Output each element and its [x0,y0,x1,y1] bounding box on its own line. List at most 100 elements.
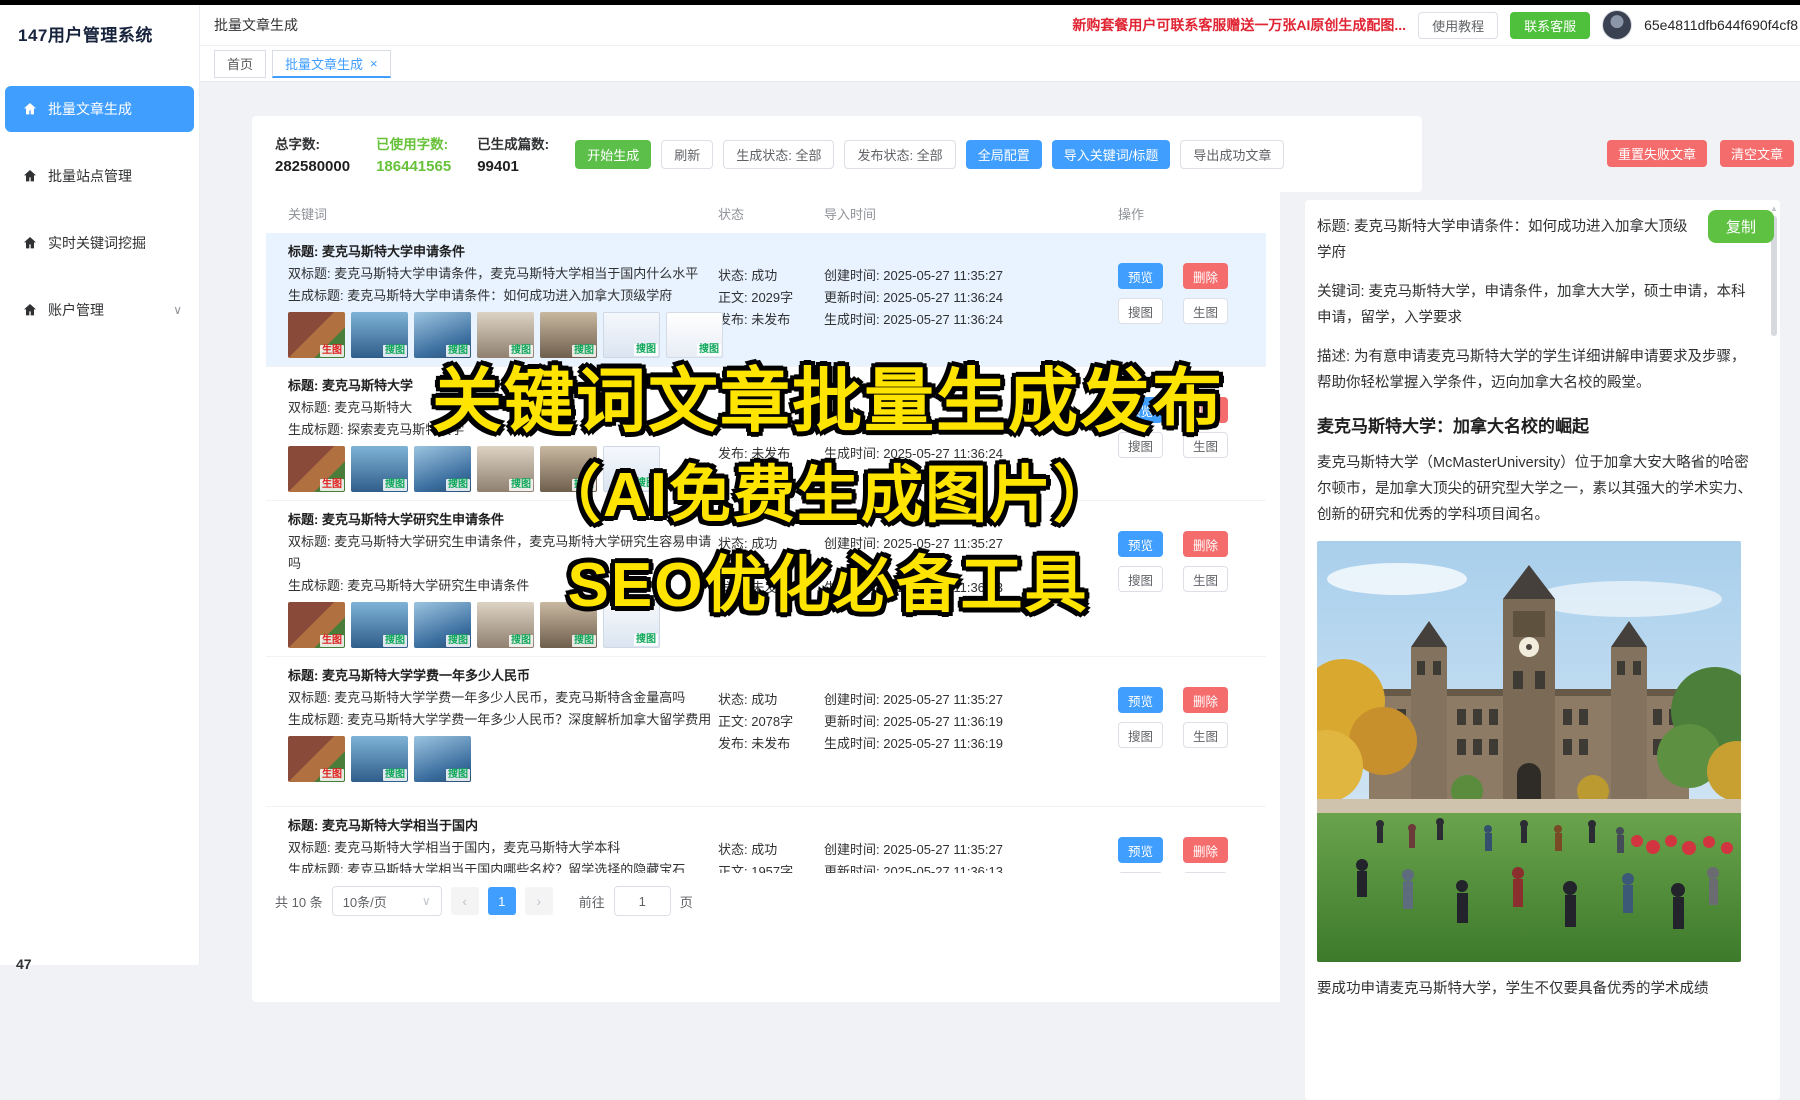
search-image-button[interactable]: 搜图 [1118,722,1163,748]
preview-description: 描述: 为有意申请麦克马斯特大学的学生详细讲解申请要求及步骤，帮助你轻松掌握入学… [1317,344,1760,396]
thumbnail-badge: 生图 [320,345,344,357]
generate-image-button[interactable]: 生图 [1183,722,1228,748]
thumbnail-badge: 搜图 [383,769,407,781]
article-thumbnail[interactable]: 搜图 [477,602,534,648]
import-keywords-button[interactable]: 导入关键词/标题 [1052,140,1171,169]
search-image-button[interactable]: 搜图 [1118,872,1163,873]
stats-toolbar: 总字数: 282580000 已使用字数: 186441565 已生成篇数: 9… [252,116,1280,192]
breadcrumb: 批量文章生成 [214,15,298,35]
article-thumbnail[interactable]: 搜图 [477,446,534,492]
refresh-button[interactable]: 刷新 [661,140,713,169]
generate-image-button[interactable]: 生图 [1183,298,1228,324]
panel-scrollbar[interactable]: ▲ [1769,204,1779,1100]
thumbnail-badge: 搜图 [572,479,596,491]
preview-button[interactable]: 预览 [1118,837,1163,863]
article-thumbnail[interactable]: 生图 [288,602,345,648]
status-cell: 状态: 成功 发布: 未发布 [718,533,818,656]
article-thumbnail[interactable]: 搜图 [351,736,408,782]
preview-button[interactable]: 预览 [1118,263,1163,289]
sidebar-item-batch-site[interactable]: 批量站点管理 [5,153,194,199]
article-thumbnail[interactable]: 搜图 [540,602,597,648]
sidebar-item-batch-article[interactable]: 批量文章生成 [5,86,194,132]
col-header-actions: 操作 [1103,204,1144,223]
chevron-down-icon: ∨ [173,303,182,317]
start-generate-button[interactable]: 开始生成 [575,140,651,169]
search-image-button[interactable]: 搜图 [1118,566,1163,592]
thumb-strip: 生图搜图 搜图 [288,736,471,782]
home-icon [22,101,38,117]
user-id: 65e4811dfb644f690f4cf8 [1644,17,1798,33]
delete-button[interactable]: 删除 [1183,531,1228,557]
article-thumbnail[interactable]: 搜图 [540,312,597,358]
delete-button[interactable]: 删除 [1183,263,1228,289]
article-row[interactable]: 标题: 麦克马斯特大学申请条件 双标题: 麦克马斯特大学申请条件，麦克马斯特大学… [266,233,1266,367]
article-thumbnail[interactable]: 搜图 [351,312,408,358]
article-row[interactable]: 标题: 麦克马斯特大学学费一年多少人民币 双标题: 麦克马斯特大学学费一年多少人… [266,657,1266,807]
article-row[interactable]: 标题: 麦克马斯特大学研究生申请条件 双标题: 麦克马斯特大学研究生申请条件，麦… [266,501,1266,657]
article-thumbnail[interactable]: 搜图 [603,602,660,648]
sidebar: 147用户管理系统 批量文章生成 批量站点管理 实时关键词挖掘 账户管理 ∨ 4… [0,5,200,965]
generate-image-button[interactable]: 生图 [1183,432,1228,458]
article-thumbnail[interactable]: 生图 [288,736,345,782]
generate-image-button[interactable]: 生图 [1183,566,1228,592]
preview-button[interactable]: 预览 [1118,531,1163,557]
preview-button[interactable]: 预览 [1118,397,1163,423]
tab-batch-article[interactable]: 批量文章生成 × [272,50,391,78]
thumbnail-badge: 搜图 [383,479,407,491]
table-header: 关键词 状态 导入时间 操作 [266,192,1266,233]
thumbnail-badge: 搜图 [446,769,470,781]
article-thumbnail[interactable]: 搜图 [414,446,471,492]
tutorial-button[interactable]: 使用教程 [1418,12,1498,39]
article-thumbnail[interactable]: 搜图 [414,602,471,648]
delete-button[interactable]: 删除 [1183,837,1228,863]
preview-heading: 麦克马斯特大学：加拿大名校的崛起 [1317,412,1760,437]
current-page-button[interactable]: 1 [488,887,516,915]
article-thumbnail[interactable]: 搜图 [351,602,408,648]
article-thumbnail[interactable]: 搜图 [414,736,471,782]
export-success-button[interactable]: 导出成功文章 [1180,140,1284,169]
next-page-button[interactable]: › [525,887,553,915]
article-thumbnail[interactable]: 搜图 [603,312,660,358]
article-generated-title: 生成标题: 麦克马斯特大学申请条件：如何成功进入加拿大顶级学府 [288,285,718,307]
sidebar-item-keyword-mining[interactable]: 实时关键词挖掘 [5,220,194,266]
publish-status-select[interactable]: 发布状态: 全部 [844,140,955,169]
thumbnail-badge: 生图 [320,479,344,491]
article-thumbnail[interactable]: 搜图 [477,312,534,358]
article-thumbnail[interactable]: 搜图 [666,312,723,358]
preview-button[interactable]: 预览 [1118,687,1163,713]
article-thumbnail[interactable]: 搜图 [414,312,471,358]
article-row[interactable]: 标题: 麦克马斯特大学 双标题: 麦克马斯特大 生成标题: 探索麦克马斯特大学 … [266,367,1266,501]
generate-status-select[interactable]: 生成状态: 全部 [723,140,834,169]
home-icon [22,235,38,251]
stat-generated-count: 已生成篇数: 99401 [477,133,549,175]
promo-notice[interactable]: 新购套餐用户可联系客服赠送一万张AI原创生成配图... [1072,15,1406,35]
tab-home[interactable]: 首页 [214,50,266,78]
contact-support-button[interactable]: 联系客服 [1510,12,1590,39]
delete-button[interactable]: 删除 [1183,397,1228,423]
article-row[interactable]: 标题: 麦克马斯特大学相当于国内 双标题: 麦克马斯特大学相当于国内，麦克马斯特… [266,807,1266,873]
global-config-button[interactable]: 全局配置 [966,140,1042,169]
generate-image-button[interactable]: 生图 [1183,872,1228,873]
article-thumbnail[interactable]: 生图 [288,312,345,358]
search-image-button[interactable]: 搜图 [1118,432,1163,458]
prev-page-button[interactable]: ‹ [451,887,479,915]
goto-page-input[interactable] [614,886,671,916]
avatar[interactable] [1602,10,1632,40]
per-page-select[interactable]: 10条/页 ∨ [332,886,442,916]
copy-button[interactable]: 复制 [1708,210,1774,243]
article-thumbnail[interactable]: 搜图 [351,446,408,492]
article-thumbnail[interactable]: 搜图 [603,446,660,492]
article-thumbnail[interactable]: 生图 [288,446,345,492]
actions-cell: 预览 删除 搜图 生图 [1103,263,1266,366]
clear-articles-button[interactable]: 清空文章 [1720,140,1794,167]
delete-button[interactable]: 删除 [1183,687,1228,713]
main-area: 总字数: 282580000 已使用字数: 186441565 已生成篇数: 9… [200,82,1800,965]
thumbnail-badge: 搜图 [446,345,470,357]
close-icon[interactable]: × [370,57,378,70]
reset-failed-button[interactable]: 重置失败文章 [1607,140,1707,167]
status-cell: 状态: 成功正文: 2078字发布: 未发布 [718,689,818,806]
sidebar-item-account[interactable]: 账户管理 ∨ [5,287,194,333]
article-thumbnail[interactable]: 搜图 [540,446,597,492]
page-unit-label: 页 [680,892,693,911]
search-image-button[interactable]: 搜图 [1118,298,1163,324]
